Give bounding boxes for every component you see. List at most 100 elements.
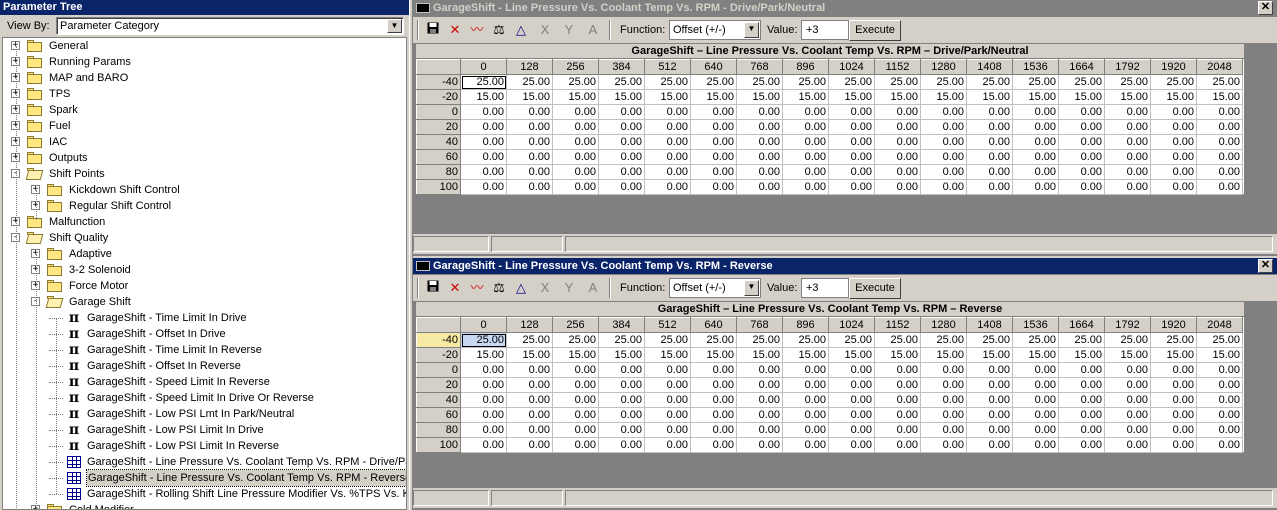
table-cell[interactable]: 15.00 bbox=[1012, 347, 1059, 363]
table-cell[interactable]: 0.00 bbox=[506, 437, 553, 453]
table-cell[interactable]: 0.00 bbox=[690, 377, 737, 393]
table-cell[interactable]: 25.00 bbox=[552, 74, 599, 90]
table-cell[interactable]: 0.00 bbox=[1196, 149, 1243, 165]
tree-item[interactable]: π GarageShift - Low PSI Limit In Reverse bbox=[3, 438, 406, 454]
table-cell[interactable]: 0.00 bbox=[1150, 134, 1197, 150]
table-cell[interactable]: 0.00 bbox=[1012, 104, 1059, 120]
table-cell[interactable]: 0.00 bbox=[782, 377, 829, 393]
table-cell[interactable]: 0.00 bbox=[460, 149, 507, 165]
table-cell[interactable]: 0.00 bbox=[598, 119, 645, 135]
table-cell[interactable]: 15.00 bbox=[736, 89, 783, 105]
chevron-down-icon[interactable]: ▼ bbox=[744, 22, 759, 38]
table-cell[interactable]: 0.00 bbox=[1104, 104, 1151, 120]
red-x-icon[interactable]: ✕ bbox=[445, 21, 465, 39]
view-by-select[interactable]: Parameter Category ▼ bbox=[56, 17, 404, 35]
column-header[interactable]: 640 bbox=[690, 317, 737, 333]
table-cell[interactable]: 0.00 bbox=[1058, 362, 1105, 378]
table-cell[interactable]: 0.00 bbox=[1058, 377, 1105, 393]
table-cell[interactable]: 0.00 bbox=[874, 362, 921, 378]
tree-item[interactable]: π GarageShift - Offset In Reverse bbox=[3, 358, 406, 374]
table-cell[interactable]: 25.00 bbox=[552, 332, 599, 348]
table-cell[interactable]: 0.00 bbox=[1104, 119, 1151, 135]
table-cell[interactable]: 15.00 bbox=[460, 89, 507, 105]
table-cell[interactable]: 0.00 bbox=[874, 377, 921, 393]
table-cell[interactable]: 0.00 bbox=[644, 149, 691, 165]
table-cell[interactable]: 0.00 bbox=[920, 422, 967, 438]
table-cell[interactable]: 0.00 bbox=[1150, 437, 1197, 453]
tree-item[interactable]: - Shift Quality bbox=[3, 230, 406, 246]
table-cell[interactable]: 25.00 bbox=[828, 74, 875, 90]
table-cell[interactable]: 0.00 bbox=[506, 392, 553, 408]
table-cell[interactable]: 0.00 bbox=[1058, 179, 1105, 195]
table-cell[interactable]: 0.00 bbox=[782, 149, 829, 165]
table-cell[interactable]: 15.00 bbox=[644, 347, 691, 363]
table-cell[interactable]: 0.00 bbox=[1150, 149, 1197, 165]
tree-item[interactable]: + Kickdown Shift Control bbox=[3, 182, 406, 198]
table-cell[interactable]: 0.00 bbox=[1058, 392, 1105, 408]
tree-item[interactable]: + Spark bbox=[3, 102, 406, 118]
table-cell[interactable]: 25.00 bbox=[920, 74, 967, 90]
tree-item[interactable]: + Fuel bbox=[3, 118, 406, 134]
table-cell[interactable]: 0.00 bbox=[1104, 164, 1151, 180]
table-cell[interactable]: 0.00 bbox=[1196, 392, 1243, 408]
table-cell[interactable]: 0.00 bbox=[828, 422, 875, 438]
table-cell[interactable]: 0.00 bbox=[1150, 362, 1197, 378]
table-cell[interactable]: 0.00 bbox=[506, 407, 553, 423]
column-header[interactable]: 1920 bbox=[1150, 59, 1197, 75]
table-cell[interactable]: 25.00 bbox=[828, 332, 875, 348]
table-cell[interactable]: 0.00 bbox=[828, 407, 875, 423]
value-input[interactable]: +3 bbox=[801, 20, 849, 40]
column-header[interactable]: 768 bbox=[736, 317, 783, 333]
column-header[interactable]: 640 bbox=[690, 59, 737, 75]
table-cell[interactable]: 0.00 bbox=[1058, 104, 1105, 120]
table-cell[interactable]: 0.00 bbox=[828, 437, 875, 453]
table-cell[interactable]: 0.00 bbox=[1012, 392, 1059, 408]
arrows-icon[interactable]: Y bbox=[559, 279, 579, 297]
table-cell[interactable]: 15.00 bbox=[782, 347, 829, 363]
table-cell[interactable]: 15.00 bbox=[506, 347, 553, 363]
table-cell[interactable]: 25.00 bbox=[1104, 332, 1151, 348]
table-cell[interactable]: 0.00 bbox=[1012, 149, 1059, 165]
table-cell[interactable]: 0.00 bbox=[598, 392, 645, 408]
table-cell[interactable]: 15.00 bbox=[920, 89, 967, 105]
table-cell[interactable]: 0.00 bbox=[690, 104, 737, 120]
table-cell[interactable]: 0.00 bbox=[552, 119, 599, 135]
table-cell[interactable]: 0.00 bbox=[1150, 119, 1197, 135]
table-cell[interactable]: 15.00 bbox=[920, 347, 967, 363]
table-cell[interactable]: 25.00 bbox=[598, 74, 645, 90]
column-header[interactable]: 1536 bbox=[1012, 59, 1059, 75]
table-cell[interactable]: 0.00 bbox=[644, 392, 691, 408]
table-cell[interactable]: 0.00 bbox=[920, 377, 967, 393]
table-cell[interactable]: 0.00 bbox=[1104, 392, 1151, 408]
column-header[interactable]: 256 bbox=[552, 317, 599, 333]
tree-item[interactable]: - Shift Points bbox=[3, 166, 406, 182]
execute-button[interactable]: Execute bbox=[849, 20, 901, 41]
row-header[interactable]: 60 bbox=[416, 149, 461, 165]
row-header[interactable]: -40 bbox=[416, 332, 461, 348]
table-cell[interactable]: 0.00 bbox=[1104, 179, 1151, 195]
table-cell[interactable]: 0.00 bbox=[506, 179, 553, 195]
row-header[interactable]: 0 bbox=[416, 362, 461, 378]
table-cell[interactable]: 25.00 bbox=[1196, 332, 1243, 348]
column-header[interactable]: 384 bbox=[598, 317, 645, 333]
tree-item[interactable]: GarageShift - Rolling Shift Line Pressur… bbox=[3, 486, 406, 502]
table-cell[interactable]: 0.00 bbox=[920, 149, 967, 165]
table-cell[interactable]: 0.00 bbox=[1150, 407, 1197, 423]
table-cell[interactable]: 0.00 bbox=[552, 362, 599, 378]
table-cell[interactable]: 0.00 bbox=[506, 134, 553, 150]
table-cell[interactable]: 0.00 bbox=[690, 179, 737, 195]
table-cell[interactable]: 15.00 bbox=[690, 89, 737, 105]
table-cell[interactable]: 0.00 bbox=[966, 179, 1013, 195]
table-cell[interactable]: 0.00 bbox=[690, 164, 737, 180]
table-cell[interactable]: 0.00 bbox=[828, 119, 875, 135]
table-cell[interactable]: 0.00 bbox=[874, 104, 921, 120]
row-header[interactable]: 100 bbox=[416, 437, 461, 453]
table-cell[interactable]: 15.00 bbox=[1196, 89, 1243, 105]
table-cell[interactable]: 0.00 bbox=[920, 119, 967, 135]
column-header[interactable]: 1280 bbox=[920, 317, 967, 333]
table-cell[interactable]: 0.00 bbox=[552, 134, 599, 150]
table-cell[interactable]: 25.00 bbox=[506, 74, 553, 90]
table-cell[interactable]: 0.00 bbox=[644, 104, 691, 120]
tree-item[interactable]: π GarageShift - Low PSI Limit In Drive bbox=[3, 422, 406, 438]
column-header[interactable]: 128 bbox=[506, 317, 553, 333]
